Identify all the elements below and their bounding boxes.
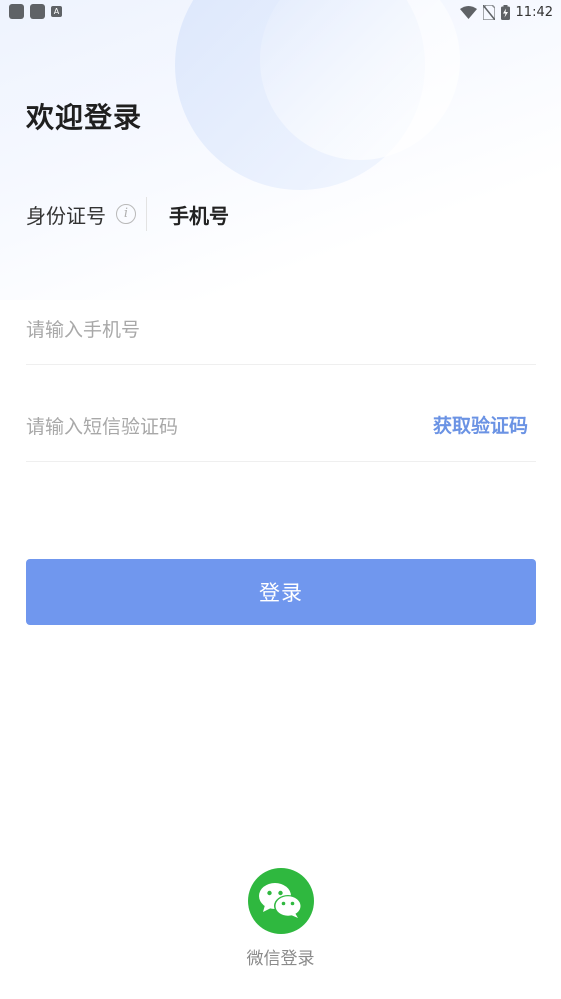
page-title: 欢迎登录 bbox=[26, 101, 143, 134]
login-button[interactable]: 登录 bbox=[26, 559, 536, 625]
status-bar-right: 11:42 bbox=[459, 3, 553, 21]
tab-divider bbox=[146, 197, 147, 231]
wifi-icon bbox=[459, 5, 477, 19]
tab-id-card[interactable]: 身份证号 bbox=[26, 200, 106, 229]
tab-phone[interactable]: 手机号 bbox=[169, 200, 229, 229]
sms-code-input[interactable] bbox=[26, 410, 406, 444]
login-type-tabs: 身份证号 i 手机号 bbox=[26, 196, 229, 232]
no-sim-icon bbox=[482, 4, 495, 20]
app-icon bbox=[30, 4, 45, 19]
battery-charging-icon bbox=[500, 4, 510, 20]
phone-field-row bbox=[26, 295, 536, 365]
wechat-login-button[interactable] bbox=[247, 868, 314, 934]
code-field-row: 获取验证码 bbox=[26, 392, 536, 462]
wechat-login: 微信登录 bbox=[0, 868, 561, 969]
wechat-login-label: 微信登录 bbox=[246, 949, 315, 969]
info-icon[interactable]: i bbox=[116, 204, 136, 224]
status-time: 11:42 bbox=[515, 4, 553, 20]
status-bar: A 11:42 bbox=[0, 0, 561, 24]
phone-input[interactable] bbox=[26, 313, 406, 347]
a-icon: A bbox=[51, 6, 62, 17]
app-icon bbox=[9, 4, 24, 19]
status-bar-left: A bbox=[9, 4, 62, 19]
wechat-icon bbox=[258, 883, 302, 918]
get-code-button[interactable]: 获取验证码 bbox=[433, 411, 528, 438]
